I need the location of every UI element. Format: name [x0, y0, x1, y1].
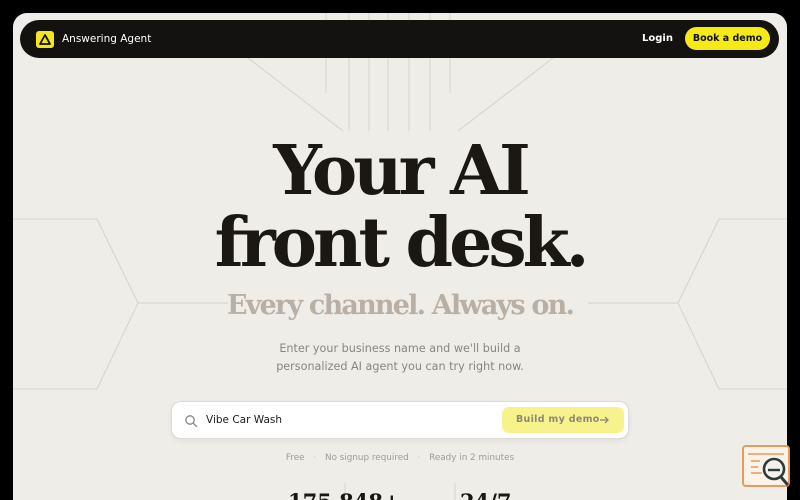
magnifier-icon: [762, 457, 789, 486]
meta-separator: ·: [313, 453, 317, 463]
hero-description-line-2: personalized AI agent you can try right …: [276, 360, 524, 373]
build-demo-button[interactable]: Build my demo: [502, 407, 624, 433]
hero-title-line-1: Your AI: [273, 131, 531, 211]
hero-subtitle: Every channel. Always on.: [226, 290, 575, 321]
book-demo-button[interactable]: Book a demo: [685, 27, 770, 50]
hero-title-line-2: front desk.: [214, 203, 590, 283]
triangle-logo-icon: [36, 31, 54, 48]
feature-meta-row: Free · No signup required · Ready in 2 m…: [13, 451, 787, 465]
arrow-right-icon: [600, 416, 609, 424]
page-frame: Answering Agent Login Book a demo Your A…: [13, 13, 787, 500]
stat-count: 175,848+: [288, 489, 401, 500]
login-link[interactable]: Login: [642, 31, 673, 47]
meta-no-signup: No signup required: [324, 453, 409, 463]
top-navbar: Answering Agent Login Book a demo: [20, 20, 779, 58]
stat-availability: 24/7: [460, 489, 512, 500]
hero-description: Enter your business name and we'll build…: [250, 340, 550, 376]
meta-free: Free: [285, 453, 305, 463]
business-search-box: Build my demo: [171, 401, 629, 439]
build-demo-label: Build my demo: [516, 414, 600, 425]
meta-ready-time: Ready in 2 minutes: [429, 453, 515, 463]
hero-description-line-1: Enter your business name and we'll build…: [279, 342, 521, 355]
business-name-input[interactable]: [206, 410, 486, 430]
hero-title: Your AI front desk.: [13, 135, 787, 279]
meta-separator: ·: [417, 453, 421, 463]
search-icon: [185, 415, 198, 428]
brand-name[interactable]: Answering Agent: [62, 31, 151, 47]
